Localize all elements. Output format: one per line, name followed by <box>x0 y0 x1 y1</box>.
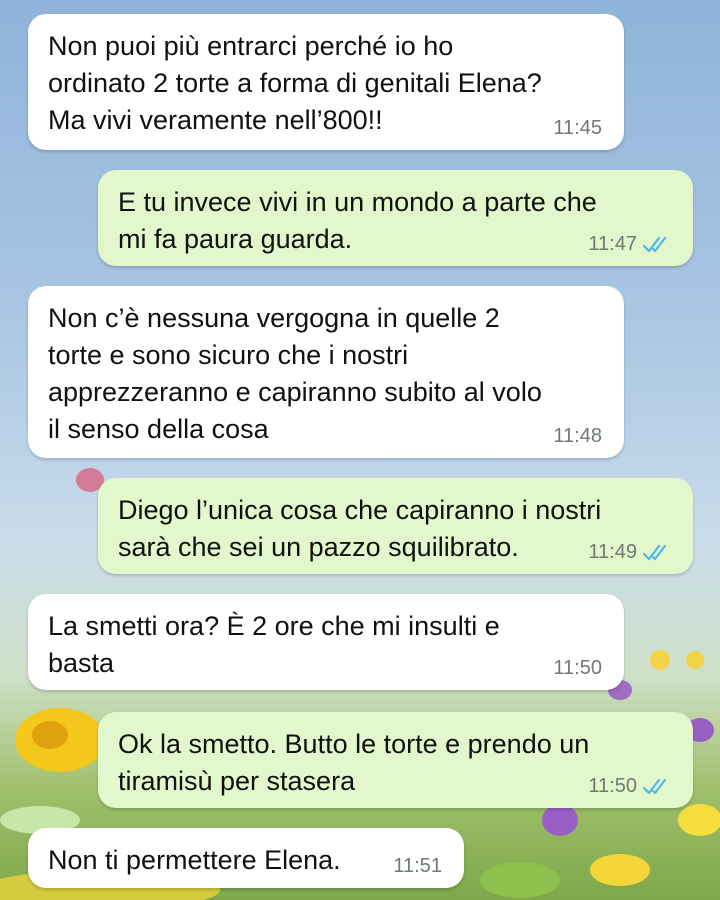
message-text: Non c’è nessuna vergogna in quelle 2 tor… <box>48 303 542 444</box>
incoming-message-bubble[interactable]: Non ti permettere Elena. 11:51 <box>28 828 464 888</box>
message-meta: 11:50 <box>553 657 602 680</box>
message-meta: 11:49 <box>588 541 673 564</box>
message-meta: 11:51 <box>393 855 442 878</box>
incoming-message-bubble[interactable]: La smetti ora? È 2 ore che mi insulti e … <box>28 594 624 690</box>
message-meta: 11:50 <box>588 775 673 798</box>
message-timestamp: 11:47 <box>588 233 637 255</box>
message-timestamp: 11:49 <box>588 541 637 563</box>
message-text: E tu invece vivi in un mondo a parte che… <box>118 187 597 254</box>
incoming-message-bubble[interactable]: Non c’è nessuna vergogna in quelle 2 tor… <box>28 286 624 458</box>
message-meta: 11:45 <box>553 117 602 140</box>
read-receipt-double-check-icon <box>643 778 667 794</box>
message-text: Non puoi più entrarci perché io ho ordin… <box>48 31 542 135</box>
message-timestamp: 11:51 <box>393 855 442 877</box>
message-timestamp: 11:45 <box>553 117 602 139</box>
read-receipt-double-check-icon <box>643 544 667 560</box>
message-timestamp: 11:48 <box>553 425 602 447</box>
message-meta: 11:48 <box>553 425 602 448</box>
outgoing-message-bubble[interactable]: Ok la smetto. Butto le torte e prendo un… <box>98 712 693 808</box>
message-meta: 11:47 <box>588 233 673 256</box>
outgoing-message-bubble[interactable]: Diego l’unica cosa che capiranno i nostr… <box>98 478 693 574</box>
read-receipt-double-check-icon <box>643 236 667 252</box>
message-timestamp: 11:50 <box>588 775 637 797</box>
incoming-message-bubble[interactable]: Non puoi più entrarci perché io ho ordin… <box>28 14 624 150</box>
message-text: Ok la smetto. Butto le torte e prendo un… <box>118 729 590 796</box>
message-text: Non ti permettere Elena. <box>48 845 341 875</box>
outgoing-message-bubble[interactable]: E tu invece vivi in un mondo a parte che… <box>98 170 693 266</box>
message-text: La smetti ora? È 2 ore che mi insulti e … <box>48 611 500 678</box>
message-text: Diego l’unica cosa che capiranno i nostr… <box>118 495 602 562</box>
message-timestamp: 11:50 <box>553 657 602 679</box>
